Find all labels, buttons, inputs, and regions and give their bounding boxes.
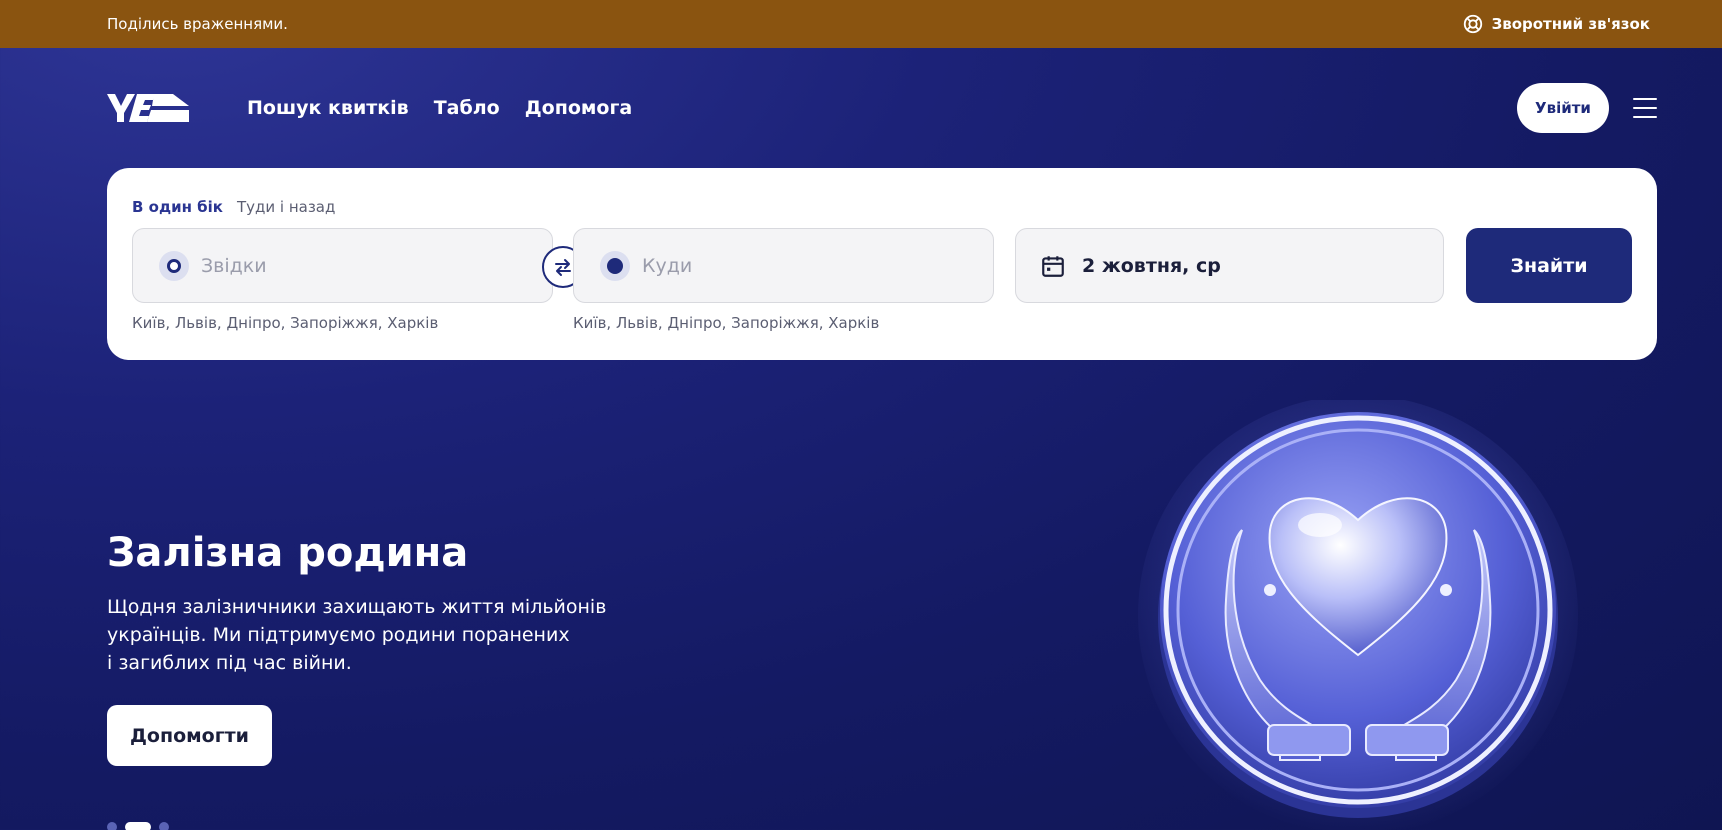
hero-description: Щодня залізничники захищають життя мільй… xyxy=(107,593,627,677)
nav-ticket-search[interactable]: Пошук квитків xyxy=(247,97,409,119)
date-value: 2 жовтня, ср xyxy=(1082,254,1221,277)
help-button[interactable]: Допомогти xyxy=(107,705,272,766)
calendar-icon xyxy=(1042,255,1064,277)
banner-message[interactable]: Поділись враженнями. xyxy=(107,15,288,33)
hero-text-line: українців. Ми підтримуємо родини поранен… xyxy=(107,624,570,646)
site-header: Пошук квитків Табло Допомога Увійти xyxy=(107,48,1657,168)
nav-timetable[interactable]: Табло xyxy=(434,97,500,119)
destination-marker-icon xyxy=(600,250,630,281)
carousel-dot[interactable] xyxy=(159,822,169,830)
heart-hands-medal-icon xyxy=(1138,400,1578,830)
feedback-label: Зворотний зв'язок xyxy=(1491,15,1650,33)
carousel-indicators xyxy=(107,822,169,830)
carousel-dot[interactable] xyxy=(107,822,117,830)
from-popular-stations[interactable]: Київ, Львів, Дніпро, Запоріжжя, Харків xyxy=(132,314,438,332)
from-placeholder: Звідки xyxy=(201,254,267,277)
carousel-dot-active[interactable] xyxy=(125,822,151,830)
to-popular-stations[interactable]: Київ, Львів, Дніпро, Запоріжжя, Харків xyxy=(573,314,879,332)
uz-logo[interactable] xyxy=(107,91,189,125)
date-picker[interactable]: 2 жовтня, ср xyxy=(1015,228,1444,303)
header-actions: Увійти xyxy=(1517,83,1657,133)
find-button[interactable]: Знайти xyxy=(1466,228,1632,303)
hero-title: Залізна родина xyxy=(107,530,469,576)
from-station-input[interactable]: Звідки xyxy=(132,228,553,303)
hero-text-line: і загиблих під час війни. xyxy=(107,652,352,674)
swap-arrows-icon xyxy=(555,259,571,276)
origin-marker-icon xyxy=(159,250,189,281)
lifebuoy-icon xyxy=(1463,14,1482,34)
top-banner: Поділись враженнями. Зворотний зв'язок xyxy=(0,0,1722,48)
hamburger-icon[interactable] xyxy=(1633,98,1657,118)
nav-help[interactable]: Допомога xyxy=(525,97,633,119)
feedback-link[interactable]: Зворотний зв'язок xyxy=(1462,13,1650,35)
hero-text-line: Щодня залізничники захищають життя мільй… xyxy=(107,596,607,618)
tab-round-trip[interactable]: Туди і назад xyxy=(237,198,335,216)
to-station-input[interactable]: Куди xyxy=(573,228,994,303)
login-button[interactable]: Увійти xyxy=(1517,83,1609,133)
trip-type-tabs: В один бік Туди і назад xyxy=(132,198,335,216)
to-placeholder: Куди xyxy=(642,254,693,277)
search-form: В один бік Туди і назад Звідки Куди 2 жо… xyxy=(107,168,1657,360)
main-nav: Пошук квитків Табло Допомога xyxy=(247,97,632,119)
tab-one-way[interactable]: В один бік xyxy=(132,198,223,216)
